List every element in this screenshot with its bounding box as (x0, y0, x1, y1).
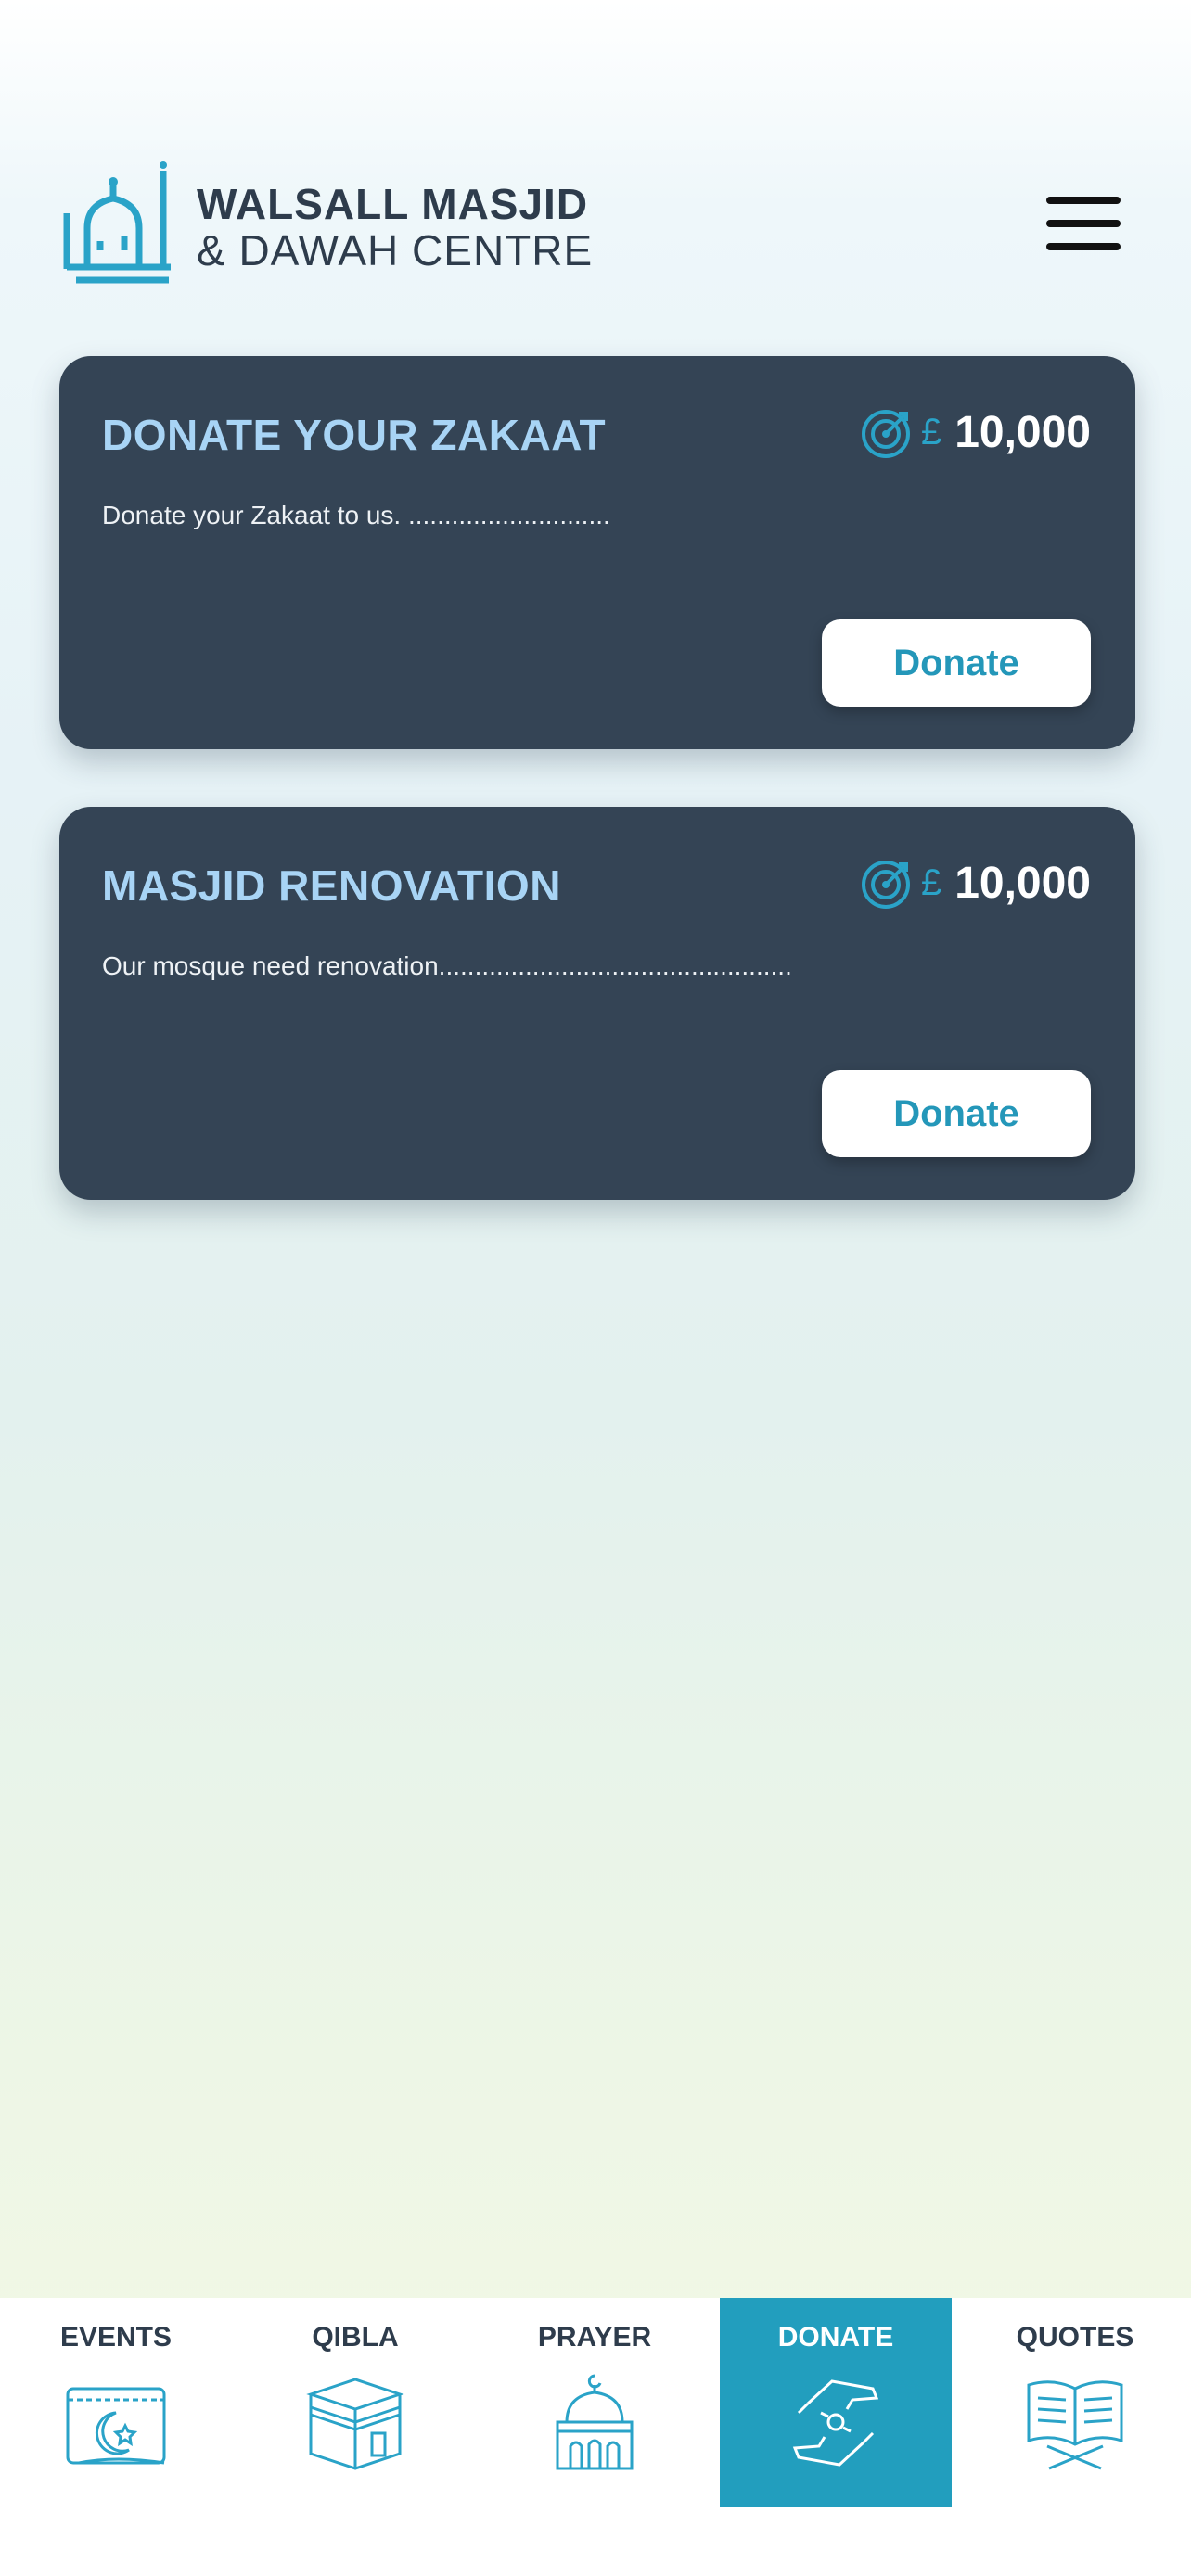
menu-bar (1046, 243, 1121, 250)
kaaba-icon (306, 2378, 404, 2470)
campaign-card-renovation: MASJID RENOVATION £ 10,000 Our mosque ne… (59, 807, 1135, 1200)
campaign-title: MASJID RENOVATION (102, 861, 561, 910)
nav-label: QIBLA (312, 2322, 399, 2353)
mosque-calligraphy-logo-icon (63, 161, 171, 284)
bottom-navigation: EVENTS QIBLA PRAYER DONATE QUOTES (0, 2298, 1191, 2576)
goal-amount: 10,000 (954, 407, 1091, 457)
target-icon (861, 410, 910, 458)
crescent-calendar-icon (66, 2387, 166, 2465)
target-icon (861, 861, 910, 909)
currency-symbol: £ (920, 411, 942, 453)
campaign-description: Donate your Zakaat to us. ..............… (102, 501, 610, 529)
menu-bar (1046, 197, 1121, 204)
nav-label: DONATE (777, 2322, 894, 2353)
giving-hands-icon (792, 2379, 879, 2467)
donate-button[interactable]: Donate (822, 619, 1091, 707)
mosque-icon (556, 2374, 634, 2470)
campaign-goal: £ 10,000 (860, 855, 1091, 911)
open-quran-icon (1027, 2380, 1123, 2470)
app-header: WALSALL MASJID & DAWAH CENTRE (0, 0, 1191, 334)
nav-item-events[interactable]: EVENTS (0, 2298, 232, 2507)
campaign-title: DONATE YOUR ZAKAAT (102, 411, 607, 459)
menu-bar (1046, 220, 1121, 227)
campaign-goal: £ 10,000 (860, 404, 1091, 460)
campaign-description: Our mosque need renovation..............… (102, 951, 792, 980)
nav-label: PRAYER (537, 2322, 652, 2353)
nav-item-qibla[interactable]: QIBLA (239, 2298, 471, 2507)
hamburger-menu-icon[interactable] (1046, 197, 1124, 256)
nav-item-quotes[interactable]: QUOTES (959, 2298, 1191, 2507)
nav-label: QUOTES (1016, 2322, 1134, 2353)
logo: WALSALL MASJID & DAWAH CENTRE (59, 158, 593, 297)
goal-amount: 10,000 (954, 858, 1091, 908)
currency-symbol: £ (920, 861, 942, 903)
nav-label: EVENTS (59, 2322, 173, 2353)
campaign-card-zakaat: DONATE YOUR ZAKAAT £ 10,000 Donate your … (59, 356, 1135, 749)
nav-item-prayer[interactable]: PRAYER (479, 2298, 711, 2507)
logo-subtitle: & DAWAH CENTRE (197, 226, 594, 274)
nav-item-donate[interactable]: DONATE (720, 2298, 952, 2507)
logo-title: WALSALL MASJID (197, 180, 589, 228)
donate-button[interactable]: Donate (822, 1070, 1091, 1157)
logo-text: WALSALL MASJID & DAWAH CENTRE (197, 181, 593, 274)
